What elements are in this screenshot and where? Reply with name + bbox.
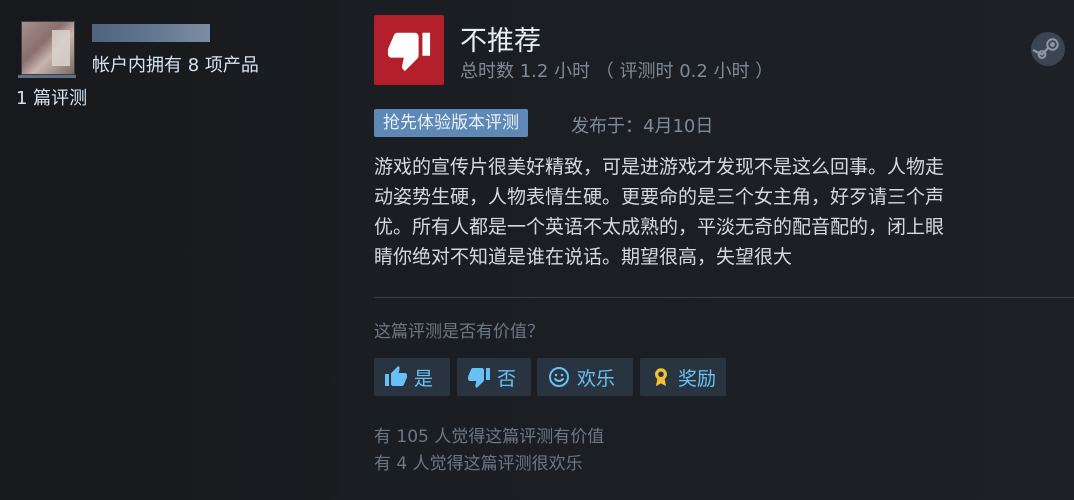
smiley-icon xyxy=(549,367,569,387)
thumbs-down-icon xyxy=(468,368,490,388)
vote-funny-label: 欢乐 xyxy=(577,367,616,390)
verdict-badge xyxy=(374,15,444,85)
early-access-badge: 抢先体验版本评测 xyxy=(374,109,528,137)
review-count[interactable]: 1 篇评测 xyxy=(16,84,87,110)
review-author-panel: 帐户内拥有 8 项产品 1 篇评测 xyxy=(0,0,350,500)
vote-yes-label: 是 xyxy=(414,367,434,390)
funny-count: 有 4 人觉得这篇评测很欢乐 xyxy=(374,454,583,474)
helpful-question: 这篇评测是否有价值？ xyxy=(374,322,544,342)
review-line: 优。所有人都是一个英语不太成熟的，平淡无奇的配音配的，闭上眼 xyxy=(374,216,945,238)
award-medal-icon xyxy=(655,368,667,387)
verdict-title[interactable]: 不推荐 xyxy=(460,19,541,58)
review-line: 睛你绝对不知道是谁在说话。期望很高，失望很大 xyxy=(374,246,793,268)
avatar-status-bar xyxy=(18,75,76,78)
thumbs-down-icon xyxy=(387,32,431,72)
award-button[interactable]: 奖励 xyxy=(640,358,726,396)
vote-tally: 有 105 人觉得这篇评测有价值 有 4 人觉得这篇评测很欢乐 xyxy=(374,424,604,478)
steam-logo-icon xyxy=(1031,32,1065,66)
vote-no-label: 否 xyxy=(497,367,517,390)
vote-yes-button[interactable]: 是 xyxy=(374,358,450,396)
owned-products[interactable]: 帐户内拥有 8 项产品 xyxy=(92,51,259,77)
vote-no-button[interactable]: 否 xyxy=(457,358,531,396)
thumbs-up-icon xyxy=(385,366,407,386)
helpful-count: 有 105 人觉得这篇评测有价值 xyxy=(374,427,605,447)
review-line: 游戏的宣传片很美好精致，可是进游戏才发现不是这么回事。人物走 xyxy=(374,156,945,178)
vote-funny-button[interactable]: 欢乐 xyxy=(537,358,633,396)
review-line: 动姿势生硬，人物表情生硬。更要命的是三个女主角，好歹请三个声 xyxy=(374,186,945,208)
divider xyxy=(374,297,1074,298)
review-body: 游戏的宣传片很美好精致，可是进游戏才发现不是这么回事。人物走 动姿势生硬，人物表… xyxy=(374,152,1064,272)
playtime-hours: 总时数 1.2 小时 （ 评测时 0.2 小时 ） xyxy=(460,61,774,82)
persona-name-blurred[interactable] xyxy=(92,24,210,42)
posted-date: 发布于：4月10日 xyxy=(571,116,714,137)
avatar[interactable] xyxy=(22,22,74,74)
award-label: 奖励 xyxy=(677,367,716,390)
review-panel: 不推荐 总时数 1.2 小时 （ 评测时 0.2 小时 ） 抢先体验版本评测 发… xyxy=(374,0,1074,500)
